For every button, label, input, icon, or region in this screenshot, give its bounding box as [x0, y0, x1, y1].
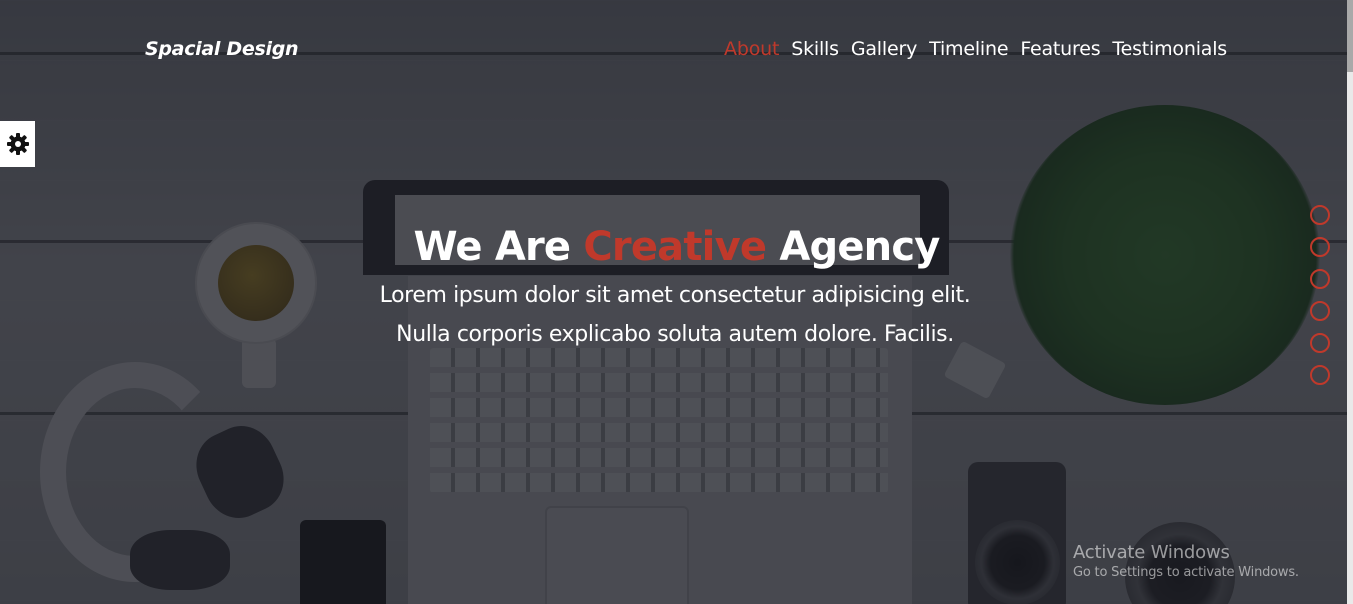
nav-link-skills[interactable]: Skills: [791, 38, 839, 60]
section-bullet-1[interactable]: [1310, 205, 1330, 225]
section-bullet-3[interactable]: [1310, 269, 1330, 289]
nav-link-gallery[interactable]: Gallery: [851, 38, 917, 60]
nav-link-testimonials[interactable]: Testimonials: [1112, 38, 1227, 60]
gear-icon: [6, 133, 29, 155]
settings-toggle-button[interactable]: [0, 121, 35, 167]
main-nav: About Skills Gallery Timeline Features T…: [724, 38, 1227, 60]
watermark-title: Activate Windows: [1073, 542, 1230, 563]
section-bullet-6[interactable]: [1310, 365, 1330, 385]
section-bullet-2[interactable]: [1310, 237, 1330, 257]
nav-link-about[interactable]: About: [724, 38, 779, 60]
watermark-subtitle: Go to Settings to activate Windows.: [1073, 565, 1299, 580]
section-bullet-4[interactable]: [1310, 301, 1330, 321]
scrollbar-thumb[interactable]: [1347, 0, 1353, 72]
nav-link-timeline[interactable]: Timeline: [929, 38, 1008, 60]
section-bullets: [1310, 205, 1330, 385]
nav-link-features[interactable]: Features: [1020, 38, 1100, 60]
page-scrollbar[interactable]: [1347, 0, 1353, 604]
page: Spacial Design About Skills Gallery Time…: [0, 0, 1353, 604]
section-bullet-5[interactable]: [1310, 333, 1330, 353]
hero-title: We Are Creative Agency: [0, 224, 1353, 270]
hero-title-accent: Creative: [583, 224, 767, 270]
brand-logo[interactable]: Spacial Design: [145, 38, 299, 60]
hero-title-prefix: We Are: [413, 224, 584, 270]
hero-title-suffix: Agency: [766, 224, 940, 270]
activate-windows-watermark: Activate Windows Go to Settings to activ…: [1073, 542, 1299, 580]
hero-description: Lorem ipsum dolor sit amet consectetur a…: [379, 283, 971, 347]
